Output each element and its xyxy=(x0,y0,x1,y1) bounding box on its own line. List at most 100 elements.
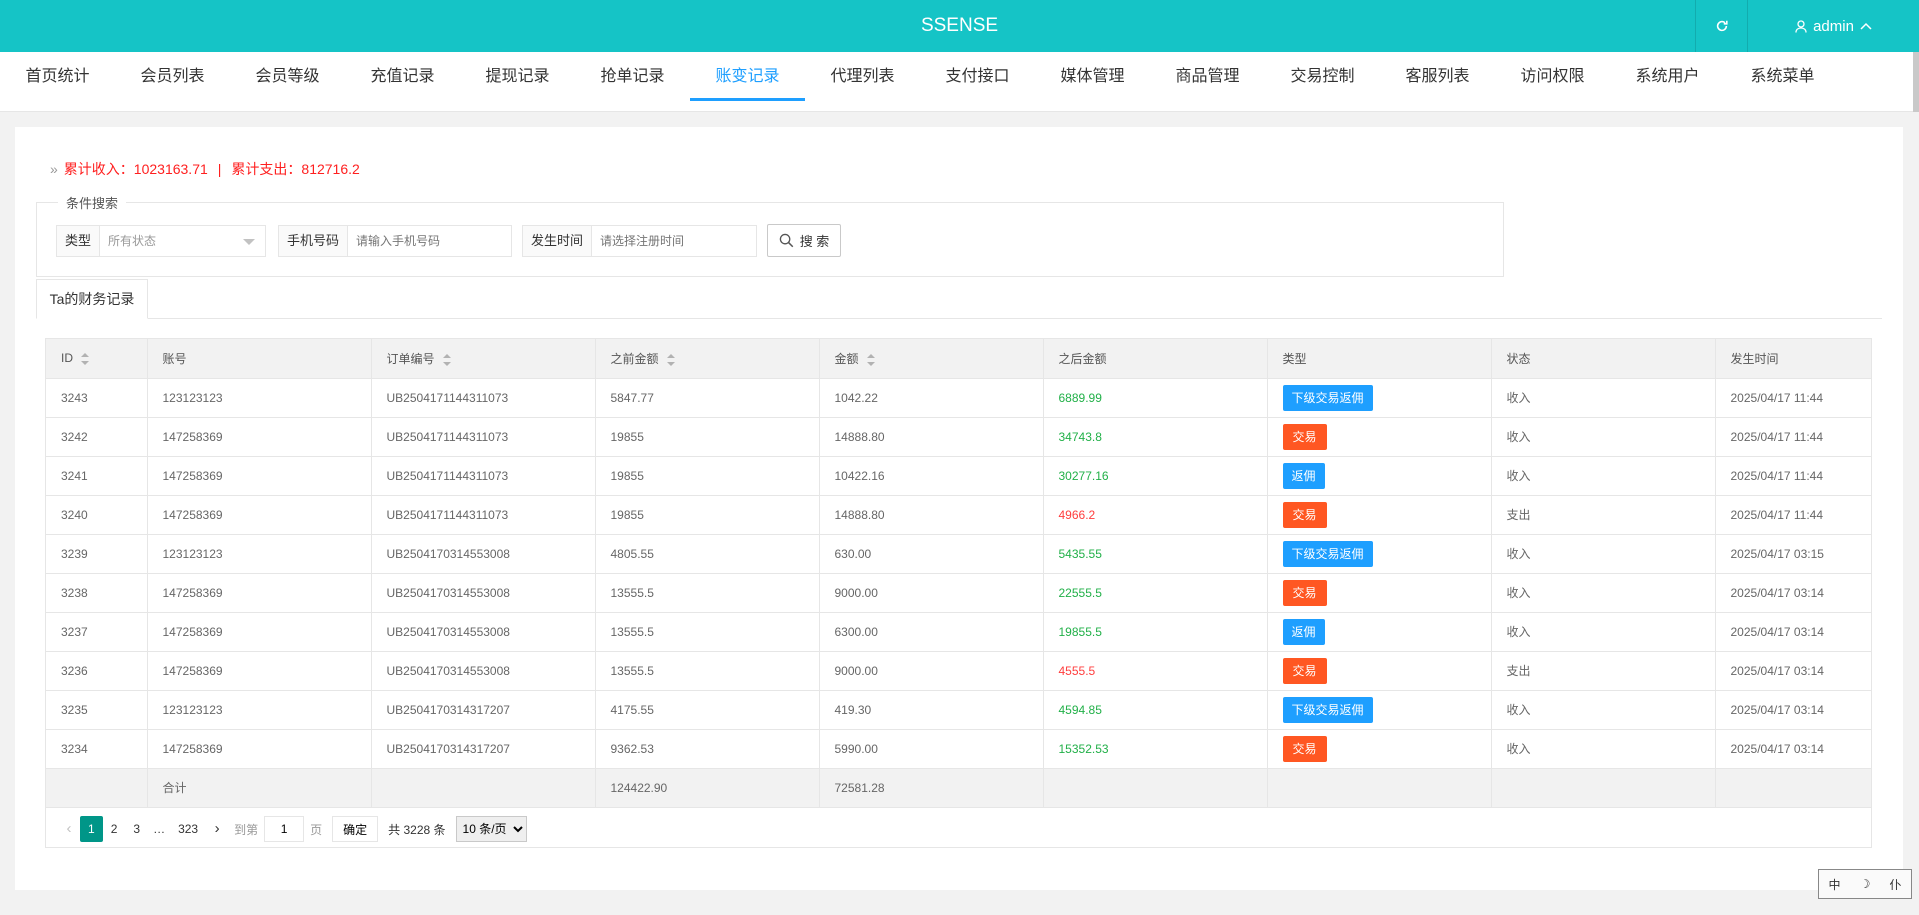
sort-icon[interactable] xyxy=(442,353,451,366)
nav-item-account-changes[interactable]: 账变记录 xyxy=(690,52,805,112)
table-row: 3240 147258369 UB2504171144311073 19855 1488… xyxy=(46,495,1871,535)
header-after: 之后金额 xyxy=(1043,339,1268,379)
cell-before: 19855 xyxy=(595,495,820,535)
cell-before: 4175.55 xyxy=(595,690,820,730)
cell-time: 2025/04/17 03:15 xyxy=(1715,534,1871,574)
cell-after: 4594.85 xyxy=(1043,690,1268,730)
nav-item-system-users[interactable]: 系统用户 xyxy=(1610,52,1725,112)
page-link[interactable]: 3 xyxy=(125,816,148,842)
table-row: 3238 147258369 UB2504170314553008 13555.5 90… xyxy=(46,573,1871,613)
goto-page-input[interactable] xyxy=(264,816,305,842)
cell-after: 6889.99 xyxy=(1043,378,1268,418)
cell-order: UB2504171144311073 xyxy=(371,378,596,418)
phone-input[interactable] xyxy=(348,226,511,256)
cell-id: 3237 xyxy=(46,612,148,652)
table-row: 3235 123123123 UB2504170314317207 4175.55 41… xyxy=(46,690,1871,730)
nav-item-access[interactable]: 访问权限 xyxy=(1495,52,1610,112)
nav-item-system-menu[interactable]: 系统菜单 xyxy=(1725,52,1840,112)
sort-icon[interactable] xyxy=(866,353,875,366)
sort-icon[interactable] xyxy=(81,353,89,366)
cell-account: 147258369 xyxy=(147,729,372,769)
nav-item-members[interactable]: 会员列表 xyxy=(115,52,230,112)
cell-type: 下级交易返佣 xyxy=(1267,534,1492,574)
nav-item-support[interactable]: 客服列表 xyxy=(1380,52,1495,112)
time-input[interactable] xyxy=(592,226,756,256)
prev-page-icon[interactable]: ‹ xyxy=(58,816,80,842)
cell-account: 147258369 xyxy=(147,495,372,535)
nav-item-recharge[interactable]: 充值记录 xyxy=(345,52,460,112)
cell-order: UB2504170314553008 xyxy=(371,573,596,613)
next-page-icon[interactable]: › xyxy=(206,816,228,842)
cell-id: 3234 xyxy=(46,729,148,769)
cell-order: UB2504171144311073 xyxy=(371,456,596,496)
type-badge: 下级交易返佣 xyxy=(1282,540,1373,567)
cell-account: 147258369 xyxy=(147,573,372,613)
cell-before: 9362.53 xyxy=(595,729,820,769)
cell-amount: 9000.00 xyxy=(819,651,1044,691)
cell-amount: 9000.00 xyxy=(819,573,1044,613)
cell-type: 交易 xyxy=(1267,729,1492,769)
table-row: 3242 147258369 UB2504171144311073 19855 1488… xyxy=(46,417,1871,457)
page-current[interactable]: 1 xyxy=(80,816,103,842)
nav-item-withdraw[interactable]: 提现记录 xyxy=(460,52,575,112)
cell-amount: 419.30 xyxy=(819,690,1044,730)
type-badge: 交易 xyxy=(1282,735,1327,762)
nav-item-products[interactable]: 商品管理 xyxy=(1150,52,1265,112)
cell-type: 返佣 xyxy=(1267,612,1492,652)
cell-id: 3239 xyxy=(46,534,148,574)
nav-item-member-levels[interactable]: 会员等级 xyxy=(230,52,345,112)
ime-toolbar[interactable]: 中 ☽ 仆 xyxy=(1818,869,1912,899)
cell-after: 4966.2 xyxy=(1043,495,1268,535)
cell-after: 19855.5 xyxy=(1043,612,1268,652)
cell-order: UB2504171144311073 xyxy=(371,495,596,535)
type-select-value: 所有状态 xyxy=(108,234,157,248)
nav-scrollbar[interactable] xyxy=(1913,52,1919,112)
cell-amount: 5990.00 xyxy=(819,729,1044,769)
cell-order: UB2504170314553008 xyxy=(371,651,596,691)
moon-icon[interactable]: ☽ xyxy=(1860,877,1871,891)
nav-item-agents[interactable]: 代理列表 xyxy=(805,52,920,112)
page-size-select[interactable]: 10 条/页 xyxy=(455,816,527,842)
page-link[interactable]: 2 xyxy=(103,816,126,842)
header-order[interactable]: 订单编号 xyxy=(371,339,596,379)
cell-time: 2025/04/17 11:44 xyxy=(1715,417,1871,457)
time-filter: 发生时间 xyxy=(522,225,757,257)
cell-account: 147258369 xyxy=(147,417,372,457)
cell-type: 交易 xyxy=(1267,651,1492,691)
type-badge: 交易 xyxy=(1282,423,1327,450)
page-last[interactable]: 323 xyxy=(170,816,206,842)
type-select[interactable]: 所有状态 xyxy=(100,226,265,256)
user-menu[interactable]: admin xyxy=(1747,0,1919,52)
records-table: ID 账号 订单编号 之前金额 金额 之后金额 类型 状态 发生时间 3243 1… xyxy=(45,338,1872,848)
cell-order: UB2504170314317207 xyxy=(371,729,596,769)
goto-confirm-button[interactable]: 确定 xyxy=(332,816,379,842)
cell-time: 2025/04/17 03:14 xyxy=(1715,573,1871,613)
cell-amount: 1042.22 xyxy=(819,378,1044,418)
cell-status: 收入 xyxy=(1491,534,1716,574)
header-amount[interactable]: 金额 xyxy=(819,339,1044,379)
type-badge: 返佣 xyxy=(1282,462,1325,489)
nav-item-trade-control[interactable]: 交易控制 xyxy=(1265,52,1380,112)
page-ellipsis: … xyxy=(153,822,166,836)
nav-item-grab-orders[interactable]: 抢单记录 xyxy=(575,52,690,112)
search-button[interactable]: 搜 索 xyxy=(767,224,841,257)
total-cell-empty xyxy=(1267,768,1492,808)
header-id[interactable]: ID xyxy=(46,339,148,379)
cell-account: 147258369 xyxy=(147,612,372,652)
pagination: ‹ 1 2 3 … 323 › 到第 页 确定 共 3228 条 10 条/页 xyxy=(58,815,527,843)
tab-finance-records[interactable]: Ta的财务记录 xyxy=(36,279,148,319)
nav-item-media[interactable]: 媒体管理 xyxy=(1035,52,1150,112)
header-before[interactable]: 之前金额 xyxy=(595,339,820,379)
phone-label: 手机号码 xyxy=(279,226,349,256)
cell-status: 收入 xyxy=(1491,690,1716,730)
summary-bar: » 累计收入：1023163.71 | 累计支出：812716.2 xyxy=(50,159,360,179)
type-badge: 返佣 xyxy=(1282,618,1325,645)
refresh-button[interactable] xyxy=(1695,0,1747,52)
cell-type: 交易 xyxy=(1267,417,1492,457)
sort-icon[interactable] xyxy=(666,353,675,366)
nav-item-payment[interactable]: 支付接口 xyxy=(920,52,1035,112)
nav-item-home-stats[interactable]: 首页统计 xyxy=(0,52,115,112)
total-amount: 72581.28 xyxy=(819,768,1044,808)
ime-lang[interactable]: 中 xyxy=(1829,876,1841,893)
ime-punct[interactable]: 仆 xyxy=(1889,876,1901,893)
